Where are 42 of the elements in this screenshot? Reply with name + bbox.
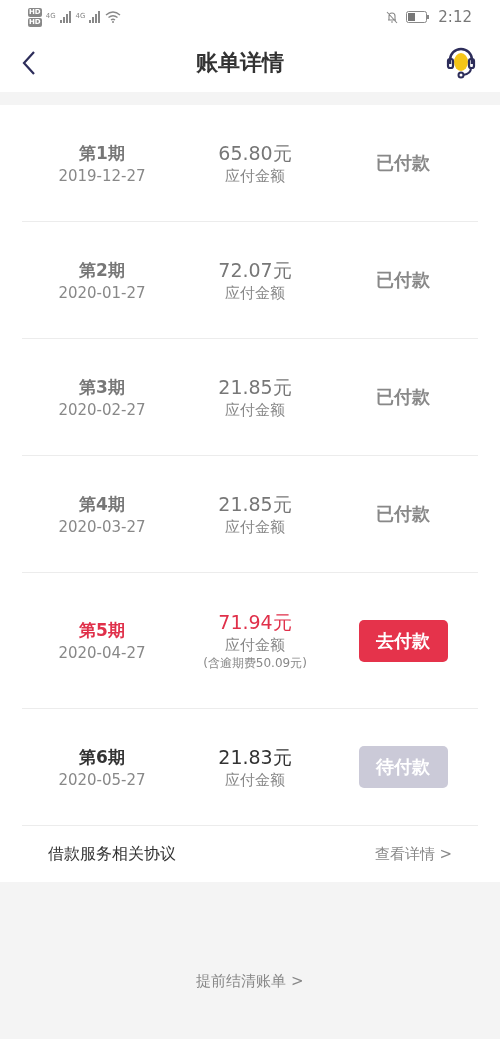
period-label: 第5期 xyxy=(79,619,125,642)
amount-value: 21.83元 xyxy=(218,744,292,770)
back-icon[interactable] xyxy=(22,50,36,76)
amount-value: 65.80元 xyxy=(218,140,292,166)
period-label: 第4期 xyxy=(79,492,125,516)
period-label: 第6期 xyxy=(79,745,125,769)
due-date: 2020-05-27 xyxy=(58,770,146,789)
signal-icon xyxy=(59,11,72,23)
due-date: 2020-02-27 xyxy=(58,400,146,419)
fee-note: (含逾期费50.09元) xyxy=(203,654,307,672)
amount-value: 21.85元 xyxy=(218,374,292,400)
period-label: 第3期 xyxy=(79,375,125,399)
page-title: 账单详情 xyxy=(196,49,284,77)
period-label: 第2期 xyxy=(79,258,125,282)
signal-icon xyxy=(89,11,102,23)
bell-muted-icon xyxy=(386,10,399,24)
amount-value: 72.07元 xyxy=(218,257,292,283)
wifi-icon xyxy=(105,11,122,23)
amount-label: 应付金额 xyxy=(225,770,285,790)
due-date: 2020-04-27 xyxy=(58,644,146,662)
due-date: 2020-01-27 xyxy=(58,283,146,302)
agreement-label: 借款服务相关协议 xyxy=(48,843,176,865)
status-label: 已付款 xyxy=(376,268,430,292)
amount-label: 应付金额 xyxy=(225,283,285,303)
amount-label: 应付金额 xyxy=(225,635,285,655)
pay-button[interactable]: 去付款 xyxy=(358,619,448,662)
amount-value: 71.94元 xyxy=(218,609,292,635)
amount-label: 应付金额 xyxy=(225,400,285,420)
period-label: 第1期 xyxy=(79,141,125,165)
amount-value: 21.85元 xyxy=(218,491,292,517)
clock-time: 2:12 xyxy=(438,8,472,26)
amount-label: 应付金额 xyxy=(225,517,285,537)
status-label: 已付款 xyxy=(376,385,430,409)
battery-icon xyxy=(406,11,431,23)
status-label: 已付款 xyxy=(376,502,430,526)
status-label: 已付款 xyxy=(376,151,430,175)
headset-icon[interactable] xyxy=(444,46,478,80)
settle-early-link[interactable]: 提前结清账单 > xyxy=(196,972,304,992)
due-date: 2020-03-27 xyxy=(58,517,146,536)
details-link[interactable]: 查看详情 > xyxy=(374,844,452,864)
amount-label: 应付金额 xyxy=(225,166,285,186)
due-date: 2019-12-27 xyxy=(58,166,146,185)
